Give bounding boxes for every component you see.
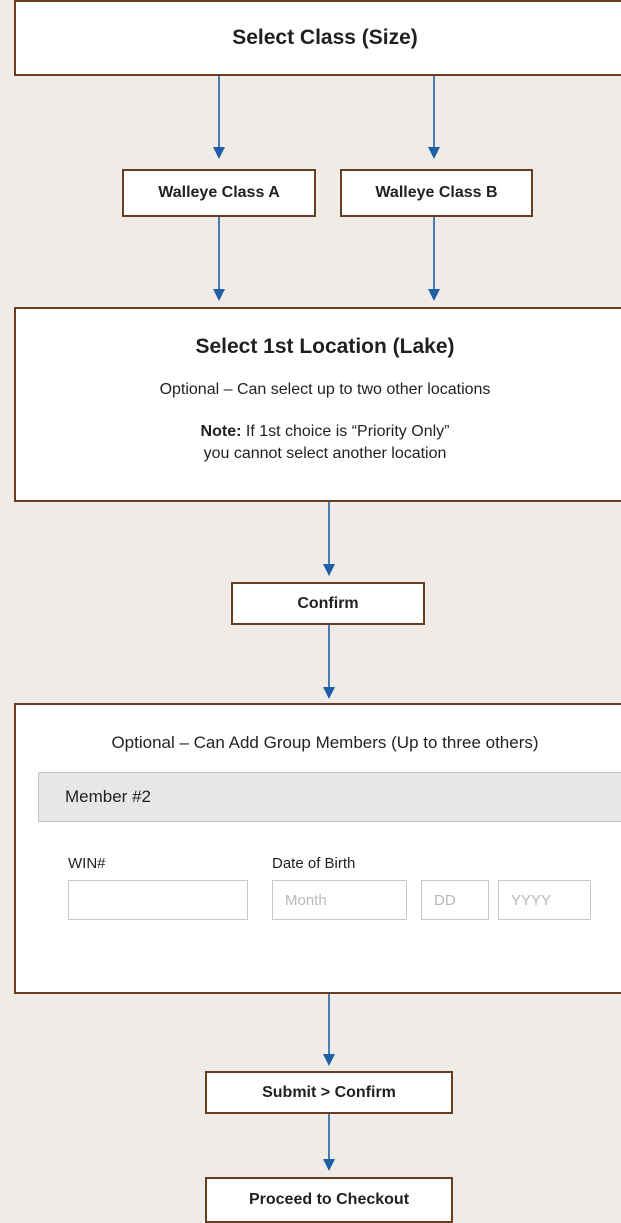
walleye-class-b-box[interactable]: Walleye Class B	[340, 169, 533, 217]
group-members-box: Optional – Can Add Group Members (Up to …	[14, 703, 621, 994]
submit-confirm-label: Submit > Confirm	[262, 1083, 396, 1101]
arrow-confirm-to-group	[323, 624, 335, 699]
dob-day-input[interactable]	[421, 880, 489, 920]
select-class-box: Select Class (Size)	[14, 0, 621, 76]
proceed-to-checkout-box[interactable]: Proceed to Checkout	[205, 1177, 453, 1223]
member-header-label: Member #2	[65, 787, 151, 806]
walleye-class-b-label: Walleye Class B	[375, 184, 498, 201]
confirm-box[interactable]: Confirm	[231, 582, 425, 625]
win-input[interactable]	[68, 880, 248, 920]
submit-confirm-box[interactable]: Submit > Confirm	[205, 1071, 453, 1114]
arrow-b-to-location	[428, 216, 440, 301]
member-header: Member #2	[38, 772, 621, 822]
note-line-2: you cannot select another location	[203, 445, 447, 462]
arrow-group-to-submit	[323, 993, 335, 1066]
select-location-box: Select 1st Location (Lake) Optional – Ca…	[14, 307, 621, 502]
walleye-class-a-box[interactable]: Walleye Class A	[122, 169, 316, 217]
dob-year-input[interactable]	[498, 880, 591, 920]
arrow-submit-to-checkout	[323, 1113, 335, 1171]
arrow-class-to-b	[428, 76, 440, 159]
location-optional-text: Optional – Can select up to two other lo…	[159, 381, 491, 398]
dob-label: Date of Birth	[272, 855, 356, 872]
note-line-1: If 1st choice is “Priority Only”	[241, 423, 450, 440]
win-label: WIN#	[68, 855, 106, 872]
walleye-class-a-label: Walleye Class A	[158, 184, 280, 201]
confirm-label: Confirm	[297, 594, 359, 612]
note-label: Note:	[200, 423, 242, 440]
location-title: Select 1st Location (Lake)	[195, 335, 455, 358]
arrow-location-to-confirm	[323, 501, 335, 576]
arrow-class-to-a	[213, 76, 225, 159]
arrow-a-to-location	[213, 216, 225, 301]
group-optional-text: Optional – Can Add Group Members (Up to …	[111, 733, 539, 752]
proceed-to-checkout-label: Proceed to Checkout	[248, 1191, 410, 1208]
dob-month-input[interactable]	[272, 880, 407, 920]
location-note: Note: If 1st choice is “Priority Only” y…	[16, 421, 621, 465]
select-class-label: Select Class (Size)	[232, 26, 418, 49]
